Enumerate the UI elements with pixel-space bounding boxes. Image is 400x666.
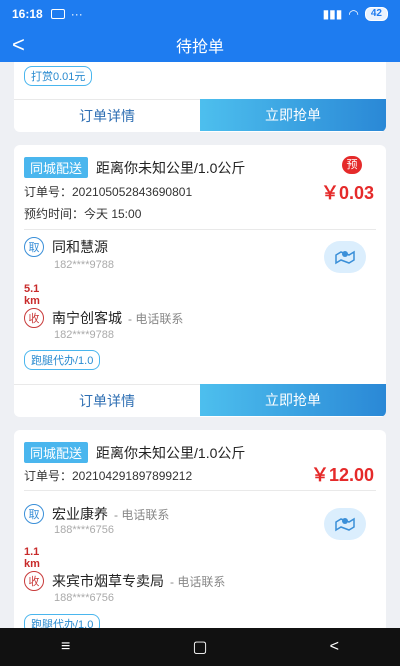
service-pill: 跑腿代办/1.0 bbox=[24, 350, 101, 370]
grab-order-button[interactable]: 立即抢单 bbox=[200, 99, 386, 131]
distance-km: 5.1 km bbox=[24, 283, 40, 307]
wifi-icon: ◠ bbox=[348, 7, 359, 21]
signal-icon: ▮▮▮ bbox=[322, 7, 343, 21]
distance-km: 1.1 km bbox=[24, 546, 40, 570]
divider bbox=[24, 490, 376, 491]
receive-row: 收 南宁创客城 - 电话联系 bbox=[24, 308, 183, 328]
order-detail-button[interactable]: 订单详情 bbox=[14, 384, 200, 416]
status-bar: 16:18 ··· ▮▮▮ ◠ 42 bbox=[0, 0, 400, 28]
status-time: 16:18 bbox=[12, 7, 43, 21]
map-location-button[interactable] bbox=[324, 241, 366, 273]
reservation-badge: 预 bbox=[342, 156, 362, 174]
receive-phone: 182****9788 bbox=[54, 329, 114, 341]
order-number: 订单号：202105052843690801 bbox=[24, 185, 193, 199]
pickup-badge: 取 bbox=[24, 504, 44, 524]
more-dots-icon: ··· bbox=[70, 7, 83, 21]
pickup-phone: 182****9788 bbox=[54, 259, 114, 271]
page-title: 待抢单 bbox=[175, 39, 224, 56]
receive-badge: 收 bbox=[24, 308, 44, 328]
battery-indicator: 42 bbox=[364, 7, 388, 21]
menu-icon[interactable]: ≡ bbox=[61, 638, 70, 656]
order-card: 同城配送 距离你未知公里/1.0公斤 预 订单号：202105052843690… bbox=[14, 145, 386, 417]
order-price: ￥0.03 bbox=[320, 183, 374, 203]
receive-name: 来宾市烟草专卖局 bbox=[52, 573, 164, 589]
receive-contact: - 电话联系 bbox=[170, 574, 226, 589]
order-card-partial: 打赏0.01元 订单详情 立即抢单 bbox=[14, 62, 386, 132]
receive-name: 南宁创客城 bbox=[52, 310, 122, 326]
order-number: 订单号：202104291897899212 bbox=[24, 469, 193, 483]
receive-phone: 188****6756 bbox=[54, 592, 114, 604]
grab-order-button[interactable]: 立即抢单 bbox=[200, 384, 386, 416]
message-icon bbox=[50, 9, 65, 19]
system-nav-bar: ≡ ▢ < bbox=[0, 628, 400, 666]
pickup-row: 取 宏业康养 - 电话联系 bbox=[24, 504, 169, 524]
tip-pill: 打赏0.01元 bbox=[24, 66, 93, 86]
pickup-badge: 取 bbox=[24, 237, 44, 257]
receive-row: 收 来宾市烟草专卖局 - 电话联系 bbox=[24, 571, 225, 591]
map-pin-icon bbox=[335, 517, 355, 532]
nav-bar: < 待抢单 bbox=[0, 28, 400, 62]
pickup-phone: 188****6756 bbox=[54, 524, 114, 536]
back-button[interactable]: < bbox=[12, 32, 25, 58]
order-card: 同城配送 距离你未知公里/1.0公斤 订单号：20210429189789921… bbox=[14, 430, 386, 628]
receive-badge: 收 bbox=[24, 571, 44, 591]
divider bbox=[24, 229, 376, 230]
pickup-row: 取 同和慧源 bbox=[24, 237, 108, 257]
distance-text: 距离你未知公里/1.0公斤 bbox=[96, 444, 246, 461]
pickup-name: 宏业康养 bbox=[52, 506, 108, 522]
pickup-contact: - 电话联系 bbox=[114, 507, 170, 522]
distance-text: 距离你未知公里/1.0公斤 bbox=[96, 159, 246, 176]
order-detail-button[interactable]: 订单详情 bbox=[14, 99, 200, 131]
map-location-button[interactable] bbox=[324, 508, 366, 540]
system-back-icon[interactable]: < bbox=[330, 638, 339, 656]
delivery-type-tag: 同城配送 bbox=[24, 157, 89, 178]
map-pin-icon bbox=[335, 250, 355, 265]
receive-contact: - 电话联系 bbox=[128, 311, 184, 326]
home-icon[interactable]: ▢ bbox=[192, 637, 207, 657]
service-pill: 跑腿代办/1.0 bbox=[24, 614, 101, 628]
order-price: ￥12.00 bbox=[310, 465, 374, 485]
pickup-name: 同和慧源 bbox=[52, 239, 108, 255]
appointment-time: 预约时间：今天 15:00 bbox=[24, 207, 142, 221]
delivery-type-tag: 同城配送 bbox=[24, 442, 89, 463]
